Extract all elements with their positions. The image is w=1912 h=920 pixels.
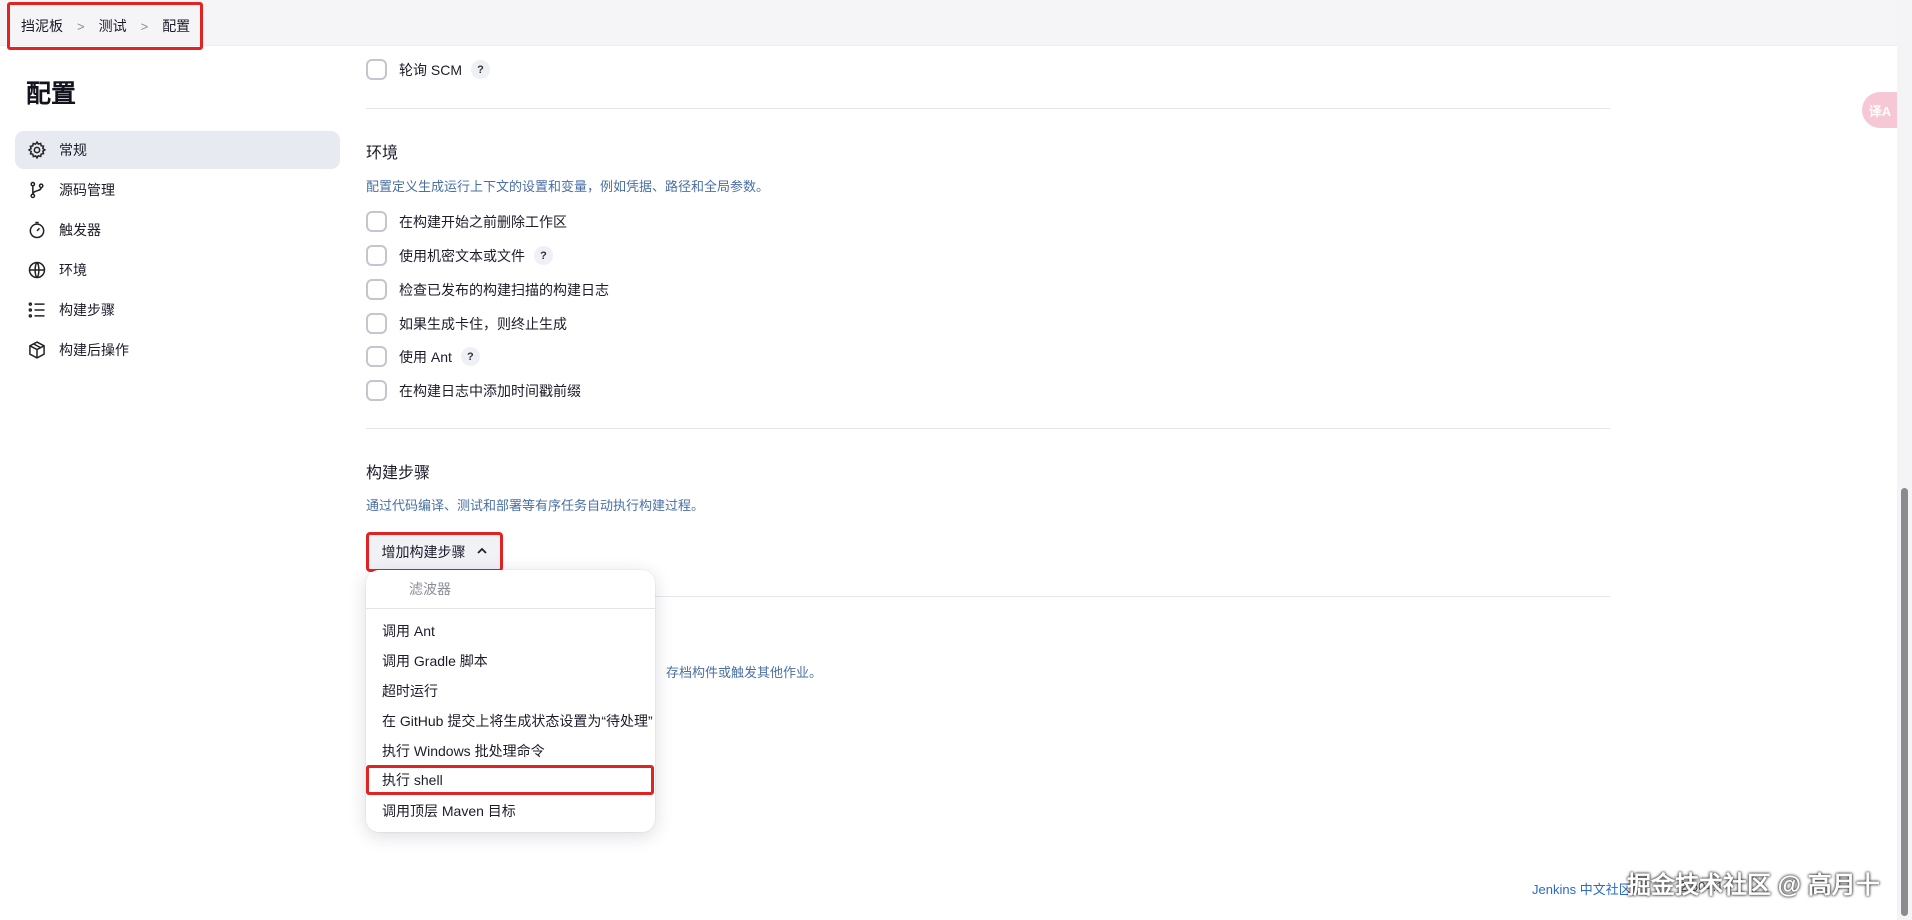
page-title: 配置 bbox=[26, 80, 77, 108]
add-build-step-button[interactable]: 增加构建步骤 bbox=[366, 532, 503, 572]
breadcrumb-item-job[interactable]: 测试 bbox=[99, 16, 127, 36]
option-label: 使用 Ant bbox=[399, 348, 452, 365]
sidebar-item-source-code[interactable]: 源码管理 bbox=[15, 171, 340, 209]
translate-button[interactable]: 译A bbox=[1862, 92, 1898, 128]
breadcrumb-separator-icon: > bbox=[77, 18, 85, 34]
help-icon[interactable]: ? bbox=[471, 60, 490, 79]
use-ant-checkbox[interactable] bbox=[366, 346, 387, 367]
env-option-abort-stuck: 如果生成卡住，则终止生成 bbox=[366, 313, 567, 334]
poll-scm-checkbox[interactable] bbox=[366, 59, 387, 80]
env-option-use-ant: 使用 Ant ? bbox=[366, 346, 480, 367]
environment-section-description: 配置定义生成运行上下文的设置和变量，例如凭据、路径和全局参数。 bbox=[366, 179, 770, 194]
sidebar-item-label: 构建后操作 bbox=[59, 342, 129, 358]
inspect-build-log-checkbox[interactable] bbox=[366, 279, 387, 300]
branch-icon bbox=[26, 179, 48, 201]
sidebar-item-label: 常规 bbox=[59, 142, 87, 158]
dropdown-item-run-with-timeout[interactable]: 超时运行 bbox=[366, 676, 655, 706]
option-label: 在构建日志中添加时间戳前缀 bbox=[399, 382, 581, 399]
breadcrumb-item-dashboard[interactable]: 挡泥板 bbox=[21, 16, 63, 36]
option-label: 检查已发布的构建扫描的构建日志 bbox=[399, 281, 609, 298]
package-icon bbox=[26, 339, 48, 361]
add-build-step-label: 增加构建步骤 bbox=[381, 544, 466, 560]
dropdown-item-github-pending-status[interactable]: 在 GitHub 提交上将生成状态设置为“待处理” bbox=[366, 706, 655, 736]
sidebar-item-build-steps[interactable]: 构建步骤 bbox=[15, 291, 340, 329]
clock-icon bbox=[26, 219, 48, 241]
section-divider bbox=[366, 108, 1610, 109]
section-divider bbox=[366, 428, 1610, 429]
dropdown-item-invoke-gradle[interactable]: 调用 Gradle 脚本 bbox=[366, 646, 655, 676]
timestamps-checkbox[interactable] bbox=[366, 380, 387, 401]
option-label: 如果生成卡住，则终止生成 bbox=[399, 315, 567, 332]
build-steps-section-description: 通过代码编译、测试和部署等有序任务自动执行构建过程。 bbox=[366, 498, 705, 513]
sidebar-item-triggers[interactable]: 触发器 bbox=[15, 211, 340, 249]
breadcrumb-item-configure[interactable]: 配置 bbox=[162, 16, 190, 36]
sidebar: 常规 源码管理 触发器 环境 构建步骤 构建后操作 bbox=[15, 131, 340, 371]
env-option-inspect-build-log: 检查已发布的构建扫描的构建日志 bbox=[366, 279, 609, 300]
dropdown-item-execute-shell[interactable]: 执行 shell bbox=[366, 765, 654, 795]
env-option-secret-text: 使用机密文本或文件 ? bbox=[366, 245, 553, 266]
globe-icon bbox=[26, 259, 48, 281]
poll-scm-option: 轮询 SCM ? bbox=[366, 59, 490, 80]
dropdown-item-maven-targets[interactable]: 调用顶层 Maven 目标 bbox=[366, 796, 655, 826]
filter-input[interactable]: 滤波器 bbox=[366, 570, 655, 609]
sidebar-item-label: 触发器 bbox=[59, 222, 101, 238]
sidebar-item-environment[interactable]: 环境 bbox=[15, 251, 340, 289]
breadcrumb-separator-icon: > bbox=[140, 18, 149, 34]
scrollbar-thumb[interactable] bbox=[1901, 488, 1908, 916]
option-label: 轮询 SCM bbox=[399, 61, 462, 78]
dropdown-item-windows-batch[interactable]: 执行 Windows 批处理命令 bbox=[366, 736, 655, 766]
option-label: 使用机密文本或文件 bbox=[399, 247, 525, 264]
sidebar-item-post-build[interactable]: 构建后操作 bbox=[15, 331, 340, 369]
sidebar-item-label: 环境 bbox=[59, 262, 87, 278]
gear-icon bbox=[26, 139, 48, 161]
env-option-delete-workspace: 在构建开始之前删除工作区 bbox=[366, 211, 567, 232]
sidebar-item-label: 构建步骤 bbox=[59, 302, 115, 318]
secret-text-checkbox[interactable] bbox=[366, 245, 387, 266]
delete-workspace-checkbox[interactable] bbox=[366, 211, 387, 232]
option-label: 在构建开始之前删除工作区 bbox=[399, 213, 567, 230]
list-icon bbox=[26, 299, 48, 321]
footer-community-link[interactable]: Jenkins 中文社区 bbox=[1532, 879, 1632, 898]
watermark: 掘金技术社区 @ 高月十 bbox=[1627, 872, 1880, 899]
help-icon[interactable]: ? bbox=[534, 246, 553, 265]
build-steps-section-title: 构建步骤 bbox=[366, 465, 431, 482]
environment-section-title: 环境 bbox=[366, 145, 399, 162]
dropdown-item-invoke-ant[interactable]: 调用 Ant bbox=[366, 616, 655, 646]
breadcrumb: 挡泥板 > 测试 > 配置 bbox=[7, 2, 204, 50]
help-icon[interactable]: ? bbox=[460, 347, 480, 366]
sidebar-item-label: 源码管理 bbox=[59, 182, 115, 198]
post-build-section-description: 存档构件或触发其他作业。 bbox=[666, 665, 823, 680]
sidebar-item-general[interactable]: 常规 bbox=[15, 131, 340, 169]
build-step-dropdown: 滤波器 调用 Ant 调用 Gradle 脚本 超时运行 在 GitHub 提交… bbox=[366, 570, 655, 832]
abort-stuck-checkbox[interactable] bbox=[366, 313, 387, 334]
chevron-up-icon bbox=[476, 545, 488, 560]
page-header: 挡泥板 > 测试 > 配置 bbox=[0, 0, 1912, 50]
env-option-timestamps: 在构建日志中添加时间戳前缀 bbox=[366, 380, 581, 401]
